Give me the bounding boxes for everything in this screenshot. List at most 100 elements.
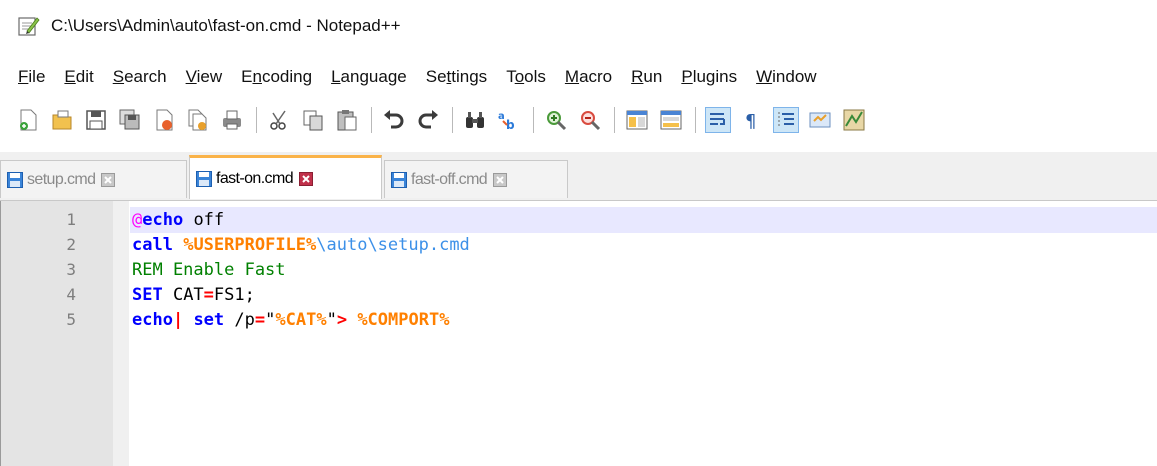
undo-icon[interactable] [382,108,406,132]
code-line[interactable]: REM Enable Fast [132,258,286,282]
menu-item[interactable]: View [186,67,223,87]
show-all-characters-icon[interactable]: ¶ [740,108,764,132]
print-icon[interactable] [220,108,244,132]
udl-icon[interactable] [808,108,832,132]
menu-item[interactable]: Tools [506,67,546,87]
menu-accelerator-letter: V [185,67,197,86]
close-icon[interactable] [152,108,176,132]
menu-accelerator-letter: L [331,67,341,86]
code-line[interactable]: @echo off [132,208,224,232]
code-token: " [326,310,337,330]
code-token: off [183,210,225,230]
menu-accelerator-letter: M [564,67,580,86]
menu-item[interactable]: Encoding [241,67,312,87]
menu-bar: File Edit Search View Encoding Language Settin… [0,60,1157,94]
menu-label-part: iew [196,67,223,86]
replace-icon[interactable]: ab [497,108,521,132]
code-token: REM Enable Fast [132,260,286,280]
paste-icon[interactable] [335,108,359,132]
line-number: 3 [66,260,76,279]
menu-item[interactable]: Plugins [681,67,737,87]
code-token: echo [142,210,184,230]
code-token: %CAT% [275,310,327,330]
menu-label-part: lugins [692,67,738,86]
open-file-icon[interactable] [50,108,74,132]
toolbar-separator [695,107,696,133]
new-file-icon[interactable] [16,108,40,132]
close-all-icon[interactable] [186,108,210,132]
menu-item[interactable]: Window [756,67,816,87]
line-number: 4 [66,285,76,304]
code-line[interactable]: SET CAT=FS1; [132,283,255,307]
menu-item[interactable]: Run [631,67,662,87]
tab-fast-on-cmd[interactable]: fast-on.cmd [189,155,382,199]
toolbar-separator [533,107,534,133]
toolbar-separator [614,107,615,133]
word-wrap-icon[interactable] [705,107,731,133]
close-tab-icon[interactable] [493,172,508,187]
document-map-icon[interactable] [842,108,866,132]
toolbar-separator [452,107,453,133]
sync-vertical-icon[interactable] [625,108,649,132]
indent-guide-icon[interactable] [773,107,799,133]
save-all-icon[interactable] [118,108,142,132]
svg-text:b: b [506,118,515,132]
find-icon[interactable] [463,108,487,132]
zoom-out-icon[interactable] [578,108,602,132]
menu-item[interactable]: Language [331,67,407,87]
menu-item[interactable]: Edit [64,67,93,87]
saved-file-icon [7,171,23,188]
copy-icon[interactable] [301,108,325,132]
tab-label: fast-on.cmd [216,169,294,187]
line-number: 2 [66,235,76,254]
code-token: = [203,285,214,305]
zoom-in-icon[interactable] [544,108,568,132]
cut-icon[interactable] [267,108,291,132]
code-line[interactable]: call %USERPROFILE%\auto\setup.cmd [132,233,470,257]
tab-fast-off-cmd[interactable]: fast-off.cmd [384,160,568,198]
menu-label-part: ols [524,67,546,86]
sync-horizontal-icon[interactable] [659,108,683,132]
title-bar: C:\Users\Admin\auto\fast-on.cmd - Notepa… [0,0,1157,58]
menu-label-part: tings [451,67,488,86]
line-number: 5 [66,310,76,329]
fold-margin[interactable] [113,201,129,466]
code-token: SET [132,285,163,305]
code-token: " [265,310,276,330]
menu-label-part: un [643,67,663,86]
code-token: set [183,310,225,330]
code-token: = [254,310,266,330]
menu-label-part: Se [425,67,447,86]
code-token: | [172,310,184,330]
tab-label: setup.cmd [27,170,96,188]
menu-item[interactable]: Search [113,67,167,87]
code-token: call [132,235,173,255]
redo-icon[interactable] [416,108,440,132]
menu-item[interactable]: Settings [426,67,487,87]
toolbar-separator [256,107,257,133]
menu-label-part: earch [124,67,167,86]
menu-label-part: anguage [340,67,407,86]
menu-accelerator-letter: E [64,67,76,86]
menu-item[interactable]: File [18,67,45,87]
tab-label: fast-off.cmd [411,170,488,188]
close-tab-icon[interactable] [299,171,313,186]
window-title: C:\Users\Admin\auto\fast-on.cmd - Notepa… [51,16,401,35]
code-token: /p [224,310,255,330]
current-line-highlight [130,207,1157,233]
tab-setup-cmd[interactable]: setup.cmd [0,160,187,198]
toolbar: ab ¶ [0,100,1157,140]
code-token: CAT [162,285,204,305]
menu-item[interactable]: Macro [565,67,612,87]
save-icon[interactable] [84,108,108,132]
menu-label-part: T [506,67,515,86]
menu-label-part: indow [772,67,817,86]
menu-label-part: coding [261,67,313,86]
menu-accelerator-letter: o [514,67,525,86]
code-editor[interactable]: 1 2 3 4 5 @echo off call %USERPROFILE%\a… [0,201,1157,466]
toolbar-separator [371,107,372,133]
code-line[interactable]: echo| set /p="%CAT%"> %COMPORT% [132,308,449,332]
close-tab-icon[interactable] [101,172,116,187]
